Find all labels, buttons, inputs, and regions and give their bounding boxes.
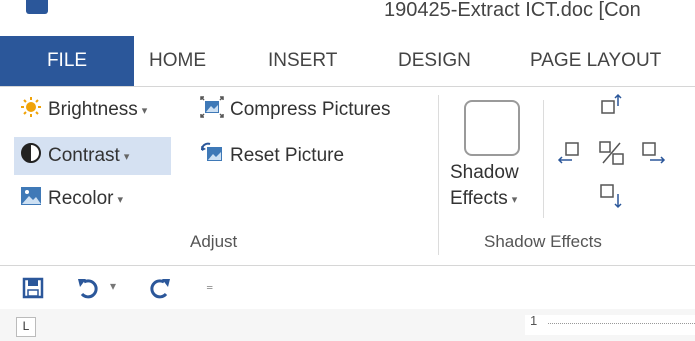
contrast-button[interactable]: Contrast ▾ [20,142,129,170]
brightness-button[interactable]: Brightness ▾ [20,96,147,124]
compress-pictures-button[interactable]: Compress Pictures [200,96,391,124]
shadow-subgroup-separator [543,100,544,218]
brightness-icon [20,96,42,124]
nudge-shadow-left-icon[interactable] [556,140,584,171]
tab-page-layout[interactable]: PAGE LAYOUT [530,36,661,86]
quick-access-toolbar: ▾ ₌ [0,265,695,309]
contrast-dropdown-icon: ▾ [123,150,130,163]
compress-pictures-label: Compress Pictures [230,99,391,120]
brightness-dropdown-icon: ▾ [141,104,148,117]
undo-dropdown-icon[interactable]: ▾ [110,279,116,293]
reset-picture-icon [200,142,224,170]
save-icon[interactable] [22,277,44,304]
adjust-group-label: Adjust [190,232,238,251]
shadow-toggle-icon[interactable] [598,140,626,171]
nudge-shadow-up-icon[interactable] [598,92,624,123]
contrast-label: Contrast [48,145,120,166]
customize-qat-icon[interactable]: ₌ [206,277,213,294]
undo-icon[interactable] [76,277,102,304]
nudge-shadow-right-icon[interactable] [640,140,668,171]
recolor-button[interactable]: Recolor ▾ [20,186,123,212]
tab-selector[interactable]: L [16,317,36,337]
tab-file[interactable]: FILE [0,36,134,86]
title-bar: 190425-Extract ICT.doc [Con [0,0,695,30]
shadow-effects-icon[interactable] [464,100,520,156]
tab-home[interactable]: HOME [149,36,206,86]
ruler-ticks [548,323,695,328]
tab-insert[interactable]: INSERT [268,36,337,86]
group-separator [438,95,439,255]
ruler-number: 1 [530,313,538,328]
word-app-icon[interactable] [26,0,48,14]
shadow-effects-button[interactable]: Effects ▾ [450,188,517,210]
contrast-icon [20,142,42,170]
compress-pictures-icon [200,96,224,124]
shadow-effects-label-line2: Effects [450,188,508,209]
ruler: L 1 [0,309,695,341]
recolor-icon [20,186,42,212]
tab-design[interactable]: DESIGN [398,36,471,86]
brightness-label: Brightness [48,99,138,120]
reset-picture-button[interactable]: Reset Picture [200,142,344,170]
reset-picture-label: Reset Picture [230,145,345,166]
shadow-effects-group-label: Shadow Effects [484,232,602,251]
recolor-label: Recolor [48,188,114,209]
redo-icon[interactable] [146,277,172,304]
nudge-shadow-down-icon[interactable] [598,182,624,215]
shadow-effects-label-line1[interactable]: Shadow [450,162,519,184]
document-title: 190425-Extract ICT.doc [Con [384,0,641,21]
recolor-dropdown-icon: ▾ [117,193,124,206]
shadow-effects-dropdown-icon: ▾ [511,193,518,206]
